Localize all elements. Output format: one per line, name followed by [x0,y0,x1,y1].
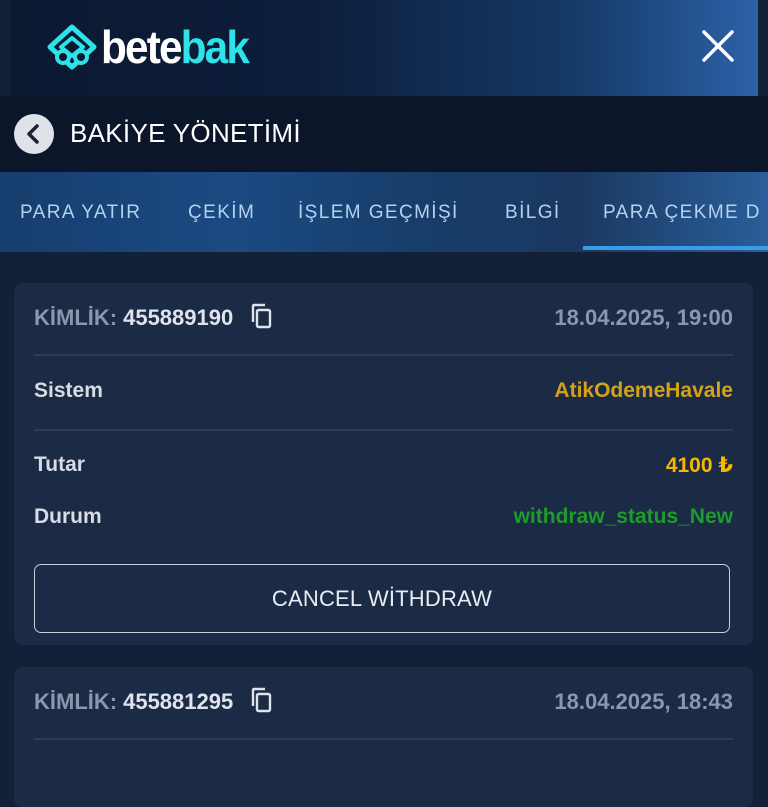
transaction-id: 455889190 [123,305,234,330]
system-label: Sistem [34,379,103,402]
transaction-card: KİMLİK: 455889190 18.04.2025, 19:00 Siste… [14,283,753,645]
tab-bar: PARA YATIR ÇEKİM İŞLEM GEÇMİŞİ BİLGİ PAR… [0,172,768,252]
amount-label: Tutar [34,453,85,476]
tab-history[interactable]: İŞLEM GEÇMİŞİ [298,202,459,224]
back-button[interactable] [14,114,54,154]
system-value: AtikOdemeHavale [554,379,733,402]
active-tab-indicator [583,246,768,250]
status-value: withdraw_status_New [513,505,733,528]
brand-name-part1: bete [101,21,182,73]
divider [34,738,733,740]
divider [34,354,733,356]
id-label: KİMLİK: [34,305,118,330]
amount-value: 4100 ₺ [665,454,733,477]
close-button[interactable] [698,26,738,66]
status-row: Durum withdraw_status_New [34,505,733,535]
transaction-date: 18.04.2025, 19:00 [554,305,733,330]
transaction-date: 18.04.2025, 18:43 [554,689,733,714]
cancel-withdraw-button[interactable]: CANCEL WİTHDRAW [34,564,730,633]
transaction-id: 455881295 [123,689,234,714]
amount-row: Tutar 4100 ₺ [34,453,733,483]
page-title: BAKİYE YÖNETİMİ [70,118,301,148]
tab-deposit[interactable]: PARA YATIR [20,202,141,224]
close-icon [702,30,734,62]
tab-withdraw[interactable]: ÇEKİM [188,202,255,224]
transaction-header: KİMLİK: 455889190 18.04.2025, 19:00 [34,303,733,335]
chevron-left-icon [27,124,39,144]
transaction-card: KİMLİK: 455881295 18.04.2025, 18:43 [14,667,753,807]
title-bar: BAKİYE YÖNETİMİ [0,96,768,172]
brand-name-part2: bak [180,21,250,73]
system-row: Sistem AtikOdemeHavale [34,379,733,409]
brand-name: betebak [101,21,250,73]
copy-icon[interactable] [250,303,272,334]
status-label: Durum [34,505,102,528]
divider [34,429,733,431]
tab-withdraw-requests[interactable]: PARA ÇEKME D [603,202,761,224]
top-header: betebak [10,0,758,96]
transaction-header: KİMLİK: 455881295 18.04.2025, 18:43 [34,687,733,719]
brand-logo[interactable]: betebak [47,24,261,70]
id-label: KİMLİK: [34,689,118,714]
gem-icon [47,24,97,70]
copy-icon[interactable] [250,687,272,718]
tab-info[interactable]: BİLGİ [505,202,561,224]
